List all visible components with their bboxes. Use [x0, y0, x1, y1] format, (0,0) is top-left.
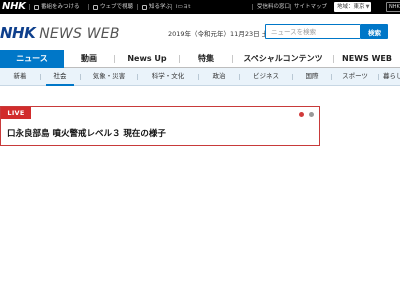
nhk-mini-logo[interactable]: NHK — [2, 0, 26, 14]
region-select[interactable]: 地域：東京 ▼ — [334, 2, 371, 12]
category-business[interactable]: ビジネス — [240, 68, 292, 86]
tab-news-web[interactable]: NEWS WEB — [334, 50, 400, 68]
search-button[interactable]: 検索 — [361, 24, 388, 39]
category-politics[interactable]: 政治 — [199, 68, 239, 86]
divider — [29, 4, 30, 10]
tab-special-contents[interactable]: スペシャルコンテンツ — [233, 50, 333, 68]
play-icon — [93, 4, 98, 10]
category-international[interactable]: 国際 — [293, 68, 331, 86]
chevron-down-icon: ▼ — [365, 4, 370, 10]
divider — [40, 74, 41, 80]
tv-icon — [34, 4, 39, 10]
live-stream-card[interactable]: LIVE 口永良部島 噴火警戒レベル３ 現在の様子 — [0, 106, 320, 146]
nhk-news-web-logo[interactable]: NHK NEWS WEB — [0, 25, 120, 42]
live-title: 口永良部島 噴火警戒レベル３ 現在の様子 — [7, 129, 166, 139]
book-icon — [142, 4, 147, 10]
live-badge: LIVE — [1, 107, 31, 119]
utility-bar: NHK 番組をみつける ウェブで視聴 知る学ぶ i▭ョt 受信料の窓口 サイトマ… — [0, 0, 400, 14]
carousel-dot[interactable] — [309, 112, 314, 117]
extra-link[interactable]: i▭ョt — [176, 0, 190, 14]
tab-features[interactable]: 特集 — [180, 50, 232, 68]
tab-news-up[interactable]: News Up — [115, 50, 179, 68]
search-input[interactable] — [265, 24, 361, 39]
reception-fee-link[interactable]: 受信料の窓口 — [257, 0, 290, 14]
category-living[interactable]: 暮らし — [379, 68, 400, 86]
category-sports[interactable]: スポーツ — [332, 68, 378, 86]
divider — [171, 4, 172, 10]
sitemap-link[interactable]: サイトマップ — [294, 0, 327, 14]
divider — [88, 4, 89, 10]
carousel-dot-active[interactable] — [299, 112, 304, 117]
watch-online-link[interactable]: ウェブで視聴 — [93, 0, 133, 14]
tab-news[interactable]: ニュース — [0, 50, 64, 68]
divider — [252, 4, 253, 10]
site-header: NHKNEWS WEB 2019年（令和元年）11月23日 土曜日 検索 — [0, 14, 400, 50]
category-science-culture[interactable]: 科学・文化 — [138, 68, 198, 86]
tab-video[interactable]: 動画 — [64, 50, 114, 68]
category-latest[interactable]: 新着 — [0, 68, 40, 86]
divider — [290, 4, 291, 10]
primary-nav: ニュース 動画 News Up 特集 スペシャルコンテンツ NEWS WEB — [0, 50, 400, 68]
category-society[interactable]: 社会 — [46, 68, 74, 86]
learn-link[interactable]: 知る学ぶ — [142, 0, 171, 14]
divider — [137, 4, 138, 10]
category-weather-disaster[interactable]: 気象・災害 — [81, 68, 137, 86]
category-nav: 新着 社会 気象・災害 科学・文化 政治 ビジネス 国際 スポーツ 暮らし — [0, 68, 400, 86]
find-programs-link[interactable]: 番組をみつける — [34, 0, 80, 14]
account-button[interactable]: NHK — [386, 2, 400, 12]
